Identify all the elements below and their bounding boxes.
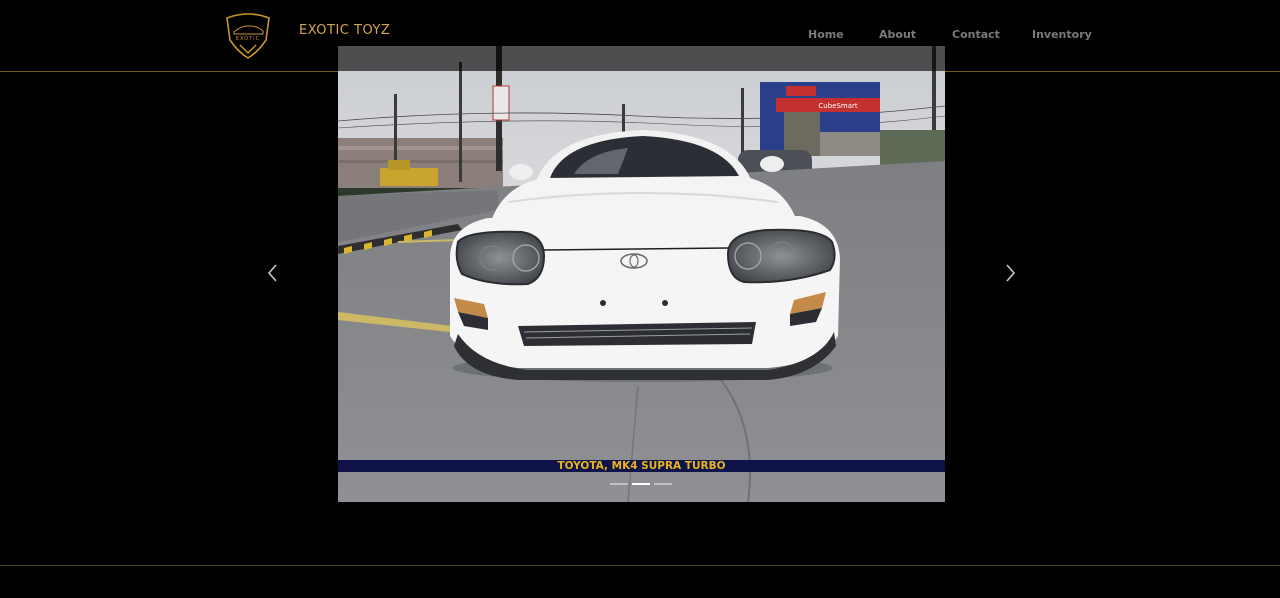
brand-logo[interactable]: EXOTIC [222, 12, 274, 60]
chevron-left-icon [267, 264, 277, 282]
footer-divider [0, 565, 1280, 566]
nav-home[interactable]: Home [808, 28, 844, 41]
previous-slide-button[interactable] [264, 262, 282, 284]
slide-top-shade [338, 46, 945, 71]
slide-indicator-1[interactable] [610, 483, 628, 485]
chevron-right-icon [1006, 264, 1016, 282]
slide-indicator-2[interactable] [632, 483, 650, 485]
nav-about[interactable]: About [879, 28, 916, 41]
slide-indicator-3[interactable] [654, 483, 672, 485]
slide-caption: TOYOTA, MK4 SUPRA TURBO [557, 460, 726, 472]
page: EXOTIC EXOTIC TOYZ Home About Contact In… [0, 0, 1280, 598]
slide-indicators [610, 483, 672, 487]
nav-contact[interactable]: Contact [952, 28, 1000, 41]
brand-name[interactable]: EXOTIC TOYZ [299, 23, 390, 38]
car-photo: CubeSmart [338, 46, 945, 502]
shield-logo-icon: EXOTIC [226, 13, 270, 59]
nav-inventory[interactable]: Inventory [1032, 28, 1092, 41]
next-slide-button[interactable] [1001, 262, 1019, 284]
svg-text:CubeSmart: CubeSmart [818, 102, 858, 110]
logo-text: EXOTIC [236, 36, 260, 42]
image-slider[interactable]: CubeSmart TOYOTA, MK4 SUPRA TURBO [338, 46, 945, 502]
